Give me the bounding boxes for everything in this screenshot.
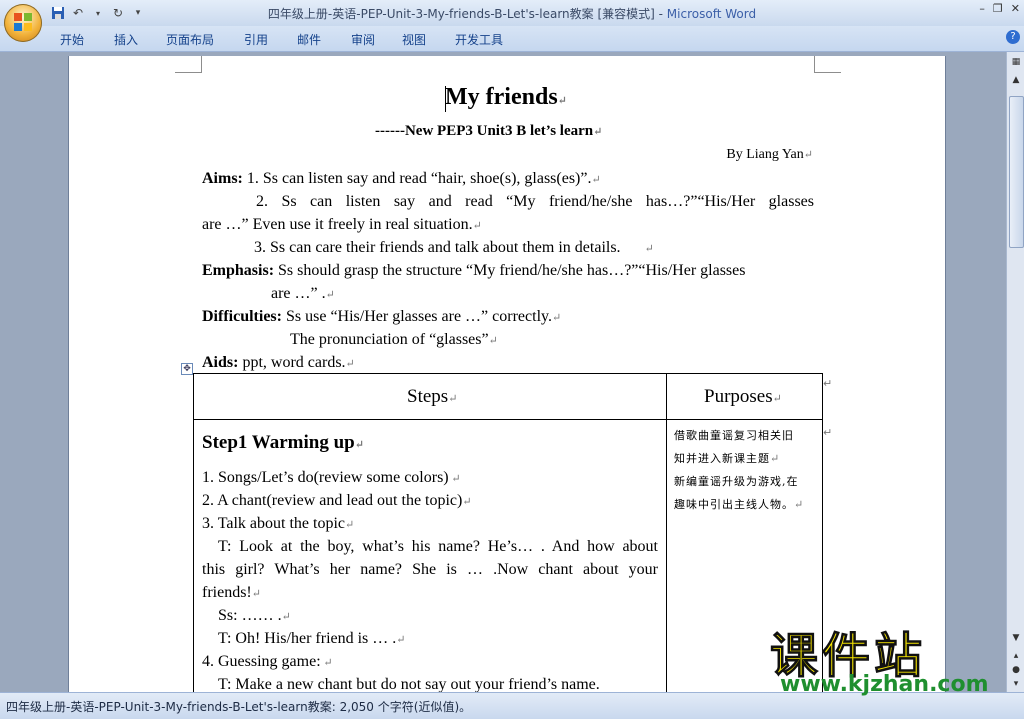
document-subtitle[interactable]: ------New PEP3 Unit3 B let’s learn↵ xyxy=(375,123,602,140)
vertical-scrollbar[interactable]: ▦ ▲ ▼ ▴ ● ▾ xyxy=(1006,52,1024,692)
purpose-line: 新编童谣升级为游戏,在 xyxy=(674,475,799,488)
tab-developer[interactable]: 开发工具 xyxy=(455,31,503,48)
aids-line[interactable]: Aids: ppt, word cards.↵ xyxy=(202,354,355,372)
app-name: Microsoft Word xyxy=(666,7,757,21)
table-header-steps[interactable]: Steps↵ xyxy=(407,386,457,408)
aims-line-1[interactable]: Aims: 1. Ss can listen say and read “hai… xyxy=(202,170,601,188)
table-row[interactable]: 4. Guessing game: ↵ xyxy=(202,653,333,671)
restore-button[interactable]: ❐ xyxy=(993,2,1003,15)
office-logo-icon xyxy=(14,13,32,31)
tab-page-layout[interactable]: 页面布局 xyxy=(166,31,214,48)
status-text: 四年级上册-英语-PEP-Unit-3-My-friends-B-Let's-l… xyxy=(6,700,472,714)
steps-table: Steps↵ Purposes↵ Step1 Warming up↵ 1. So… xyxy=(193,373,823,692)
next-page-icon[interactable]: ▾ xyxy=(1010,678,1022,690)
window-title: 四年级上册-英语-PEP-Unit-3-My-friends-B-Let's-l… xyxy=(0,5,1024,22)
purpose-line: 知并进入新课主题↵ xyxy=(674,452,781,465)
page-title[interactable]: My friends↵ xyxy=(445,84,567,111)
table-row[interactable]: T: Look at the boy, what’s his name? He’… xyxy=(218,538,658,556)
ruler-toggle-icon[interactable]: ▦ xyxy=(1010,56,1022,68)
table-row[interactable]: 2. A chant(review and lead out the topic… xyxy=(202,492,472,510)
tab-insert[interactable]: 插入 xyxy=(114,31,138,48)
row-end-mark: ↵ xyxy=(823,377,833,390)
purposes-cell[interactable]: 借歌曲童谣复习相关旧 知并进入新课主题↵ 新编童谣升级为游戏,在 趣味中引出主线… xyxy=(674,424,820,516)
table-row[interactable]: 1. Songs/Let’s do(review some colors) ↵ xyxy=(202,469,461,487)
table-header-purposes[interactable]: Purposes↵ xyxy=(704,386,782,408)
emphasis-line-2[interactable]: are …” .↵ xyxy=(271,285,335,303)
previous-page-icon[interactable]: ▴ xyxy=(1010,650,1022,662)
document-page[interactable]: My friends↵ ------New PEP3 Unit3 B let’s… xyxy=(68,56,946,692)
document-area: My friends↵ ------New PEP3 Unit3 B let’s… xyxy=(0,52,1006,692)
tab-home[interactable]: 开始 xyxy=(60,31,84,48)
difficulties-line-2[interactable]: The pronunciation of “glasses”↵ xyxy=(290,331,498,349)
document-name: 四年级上册-英语-PEP-Unit-3-My-friends-B-Let's-l… xyxy=(267,7,667,21)
table-row[interactable]: T: Make a new chant but do not say out y… xyxy=(218,676,600,692)
table-column-divider xyxy=(666,374,667,692)
scroll-up-icon[interactable]: ▲ xyxy=(1010,74,1022,86)
difficulties-line-1[interactable]: Difficulties: Ss use “His/Her glasses ar… xyxy=(202,308,561,326)
purpose-line: 借歌曲童谣复习相关旧 xyxy=(674,429,794,442)
table-row[interactable]: T: Oh! His/her friend is … .↵ xyxy=(218,630,406,648)
scroll-thumb[interactable] xyxy=(1009,96,1024,248)
tab-review[interactable]: 审阅 xyxy=(351,31,375,48)
aims-line-2[interactable]: 2. Ss can listen say and read “My friend… xyxy=(256,193,814,211)
table-row[interactable]: Ss: …… .↵ xyxy=(218,607,291,625)
document-author[interactable]: By Liang Yan↵ xyxy=(726,147,813,163)
help-icon[interactable]: ? xyxy=(1006,30,1020,44)
tab-mailings[interactable]: 邮件 xyxy=(297,31,321,48)
office-button[interactable] xyxy=(4,4,42,42)
margin-corner-left xyxy=(175,56,202,73)
aims-line-3[interactable]: 3. Ss can care their friends and talk ab… xyxy=(254,239,654,257)
window-controls: – ❐ ✕ xyxy=(979,2,1020,15)
watermark-logo: 课件站 www.kjzhan.com xyxy=(769,616,1010,700)
emphasis-line-1[interactable]: Emphasis: Ss should grasp the structure … xyxy=(202,262,745,280)
step-title[interactable]: Step1 Warming up↵ xyxy=(202,432,364,454)
close-button[interactable]: ✕ xyxy=(1011,2,1020,15)
minimize-button[interactable]: – xyxy=(979,2,985,15)
tab-references[interactable]: 引用 xyxy=(244,31,268,48)
ribbon-tabs: 开始 插入 页面布局 引用 邮件 审阅 视图 开发工具 xyxy=(0,26,1024,52)
margin-corner-right xyxy=(814,56,841,73)
table-row[interactable]: friends!↵ xyxy=(202,584,261,602)
select-browse-object-icon[interactable]: ● xyxy=(1010,664,1022,676)
row-end-mark: ↵ xyxy=(823,426,833,439)
aims-line-2b[interactable]: are …” Even use it freely in real situat… xyxy=(202,216,482,234)
title-bar: ↶ ▾ ↻ ▾ 四年级上册-英语-PEP-Unit-3-My-friends-B… xyxy=(0,0,1024,26)
scroll-down-icon[interactable]: ▼ xyxy=(1010,632,1022,644)
tab-view[interactable]: 视图 xyxy=(402,31,426,48)
table-row[interactable]: 3. Talk about the topic↵ xyxy=(202,515,354,533)
watermark-url: www.kjzhan.com xyxy=(780,672,989,697)
table-row[interactable]: this girl? What’s her name? She is … .No… xyxy=(202,561,658,579)
table-move-handle-icon[interactable]: ✥ xyxy=(181,363,193,375)
purpose-line: 趣味中引出主线人物。↵ xyxy=(674,498,805,511)
table-header-divider xyxy=(194,419,822,420)
